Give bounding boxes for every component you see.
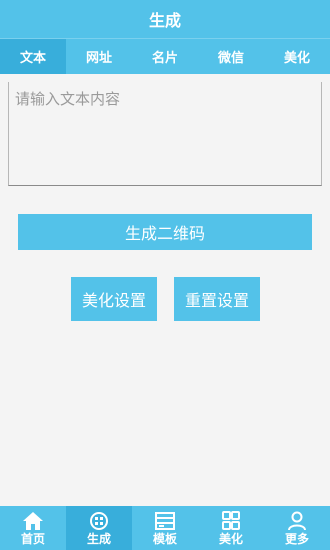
tab-url[interactable]: 网址: [66, 39, 132, 74]
generate-qrcode-button[interactable]: 生成二维码: [18, 214, 312, 250]
nav-label: 更多: [284, 531, 309, 546]
tab-beautify[interactable]: 美化: [264, 39, 330, 74]
beautify-settings-button[interactable]: 美化设置: [71, 277, 157, 321]
nav-item-generate[interactable]: 生成: [66, 506, 132, 550]
nav-item-beautify[interactable]: 美化: [198, 506, 264, 550]
tab-text[interactable]: 文本: [0, 39, 66, 74]
tab-card[interactable]: 名片: [132, 39, 198, 74]
title-bar: 生成: [0, 0, 330, 38]
nav-item-home[interactable]: 首页: [0, 506, 66, 550]
nav-label: 生成: [86, 531, 111, 546]
tab-bar: 文本 网址 名片 微信 美化: [0, 38, 330, 74]
generate-icon: [90, 511, 108, 530]
tab-label: 美化: [283, 51, 310, 66]
nav-label: 美化: [218, 531, 243, 546]
person-icon: [288, 511, 306, 530]
tab-label: 名片: [151, 51, 178, 66]
tab-label: 微信: [217, 51, 244, 66]
tab-label: 网址: [85, 51, 112, 66]
nav-item-more[interactable]: 更多: [264, 506, 330, 550]
nav-label: 首页: [20, 531, 45, 546]
text-content-input[interactable]: [8, 82, 322, 186]
template-icon: [155, 511, 175, 530]
bottom-nav: 首页 生成 模板 美化 更多: [0, 506, 330, 550]
nav-item-template[interactable]: 模板: [132, 506, 198, 550]
tab-wechat[interactable]: 微信: [198, 39, 264, 74]
grid-icon: [222, 510, 240, 530]
reset-settings-button[interactable]: 重置设置: [174, 277, 260, 321]
nav-label: 模板: [152, 531, 177, 546]
home-icon: [23, 511, 43, 530]
tab-label: 文本: [19, 51, 46, 66]
page-title: 生成: [148, 11, 181, 30]
